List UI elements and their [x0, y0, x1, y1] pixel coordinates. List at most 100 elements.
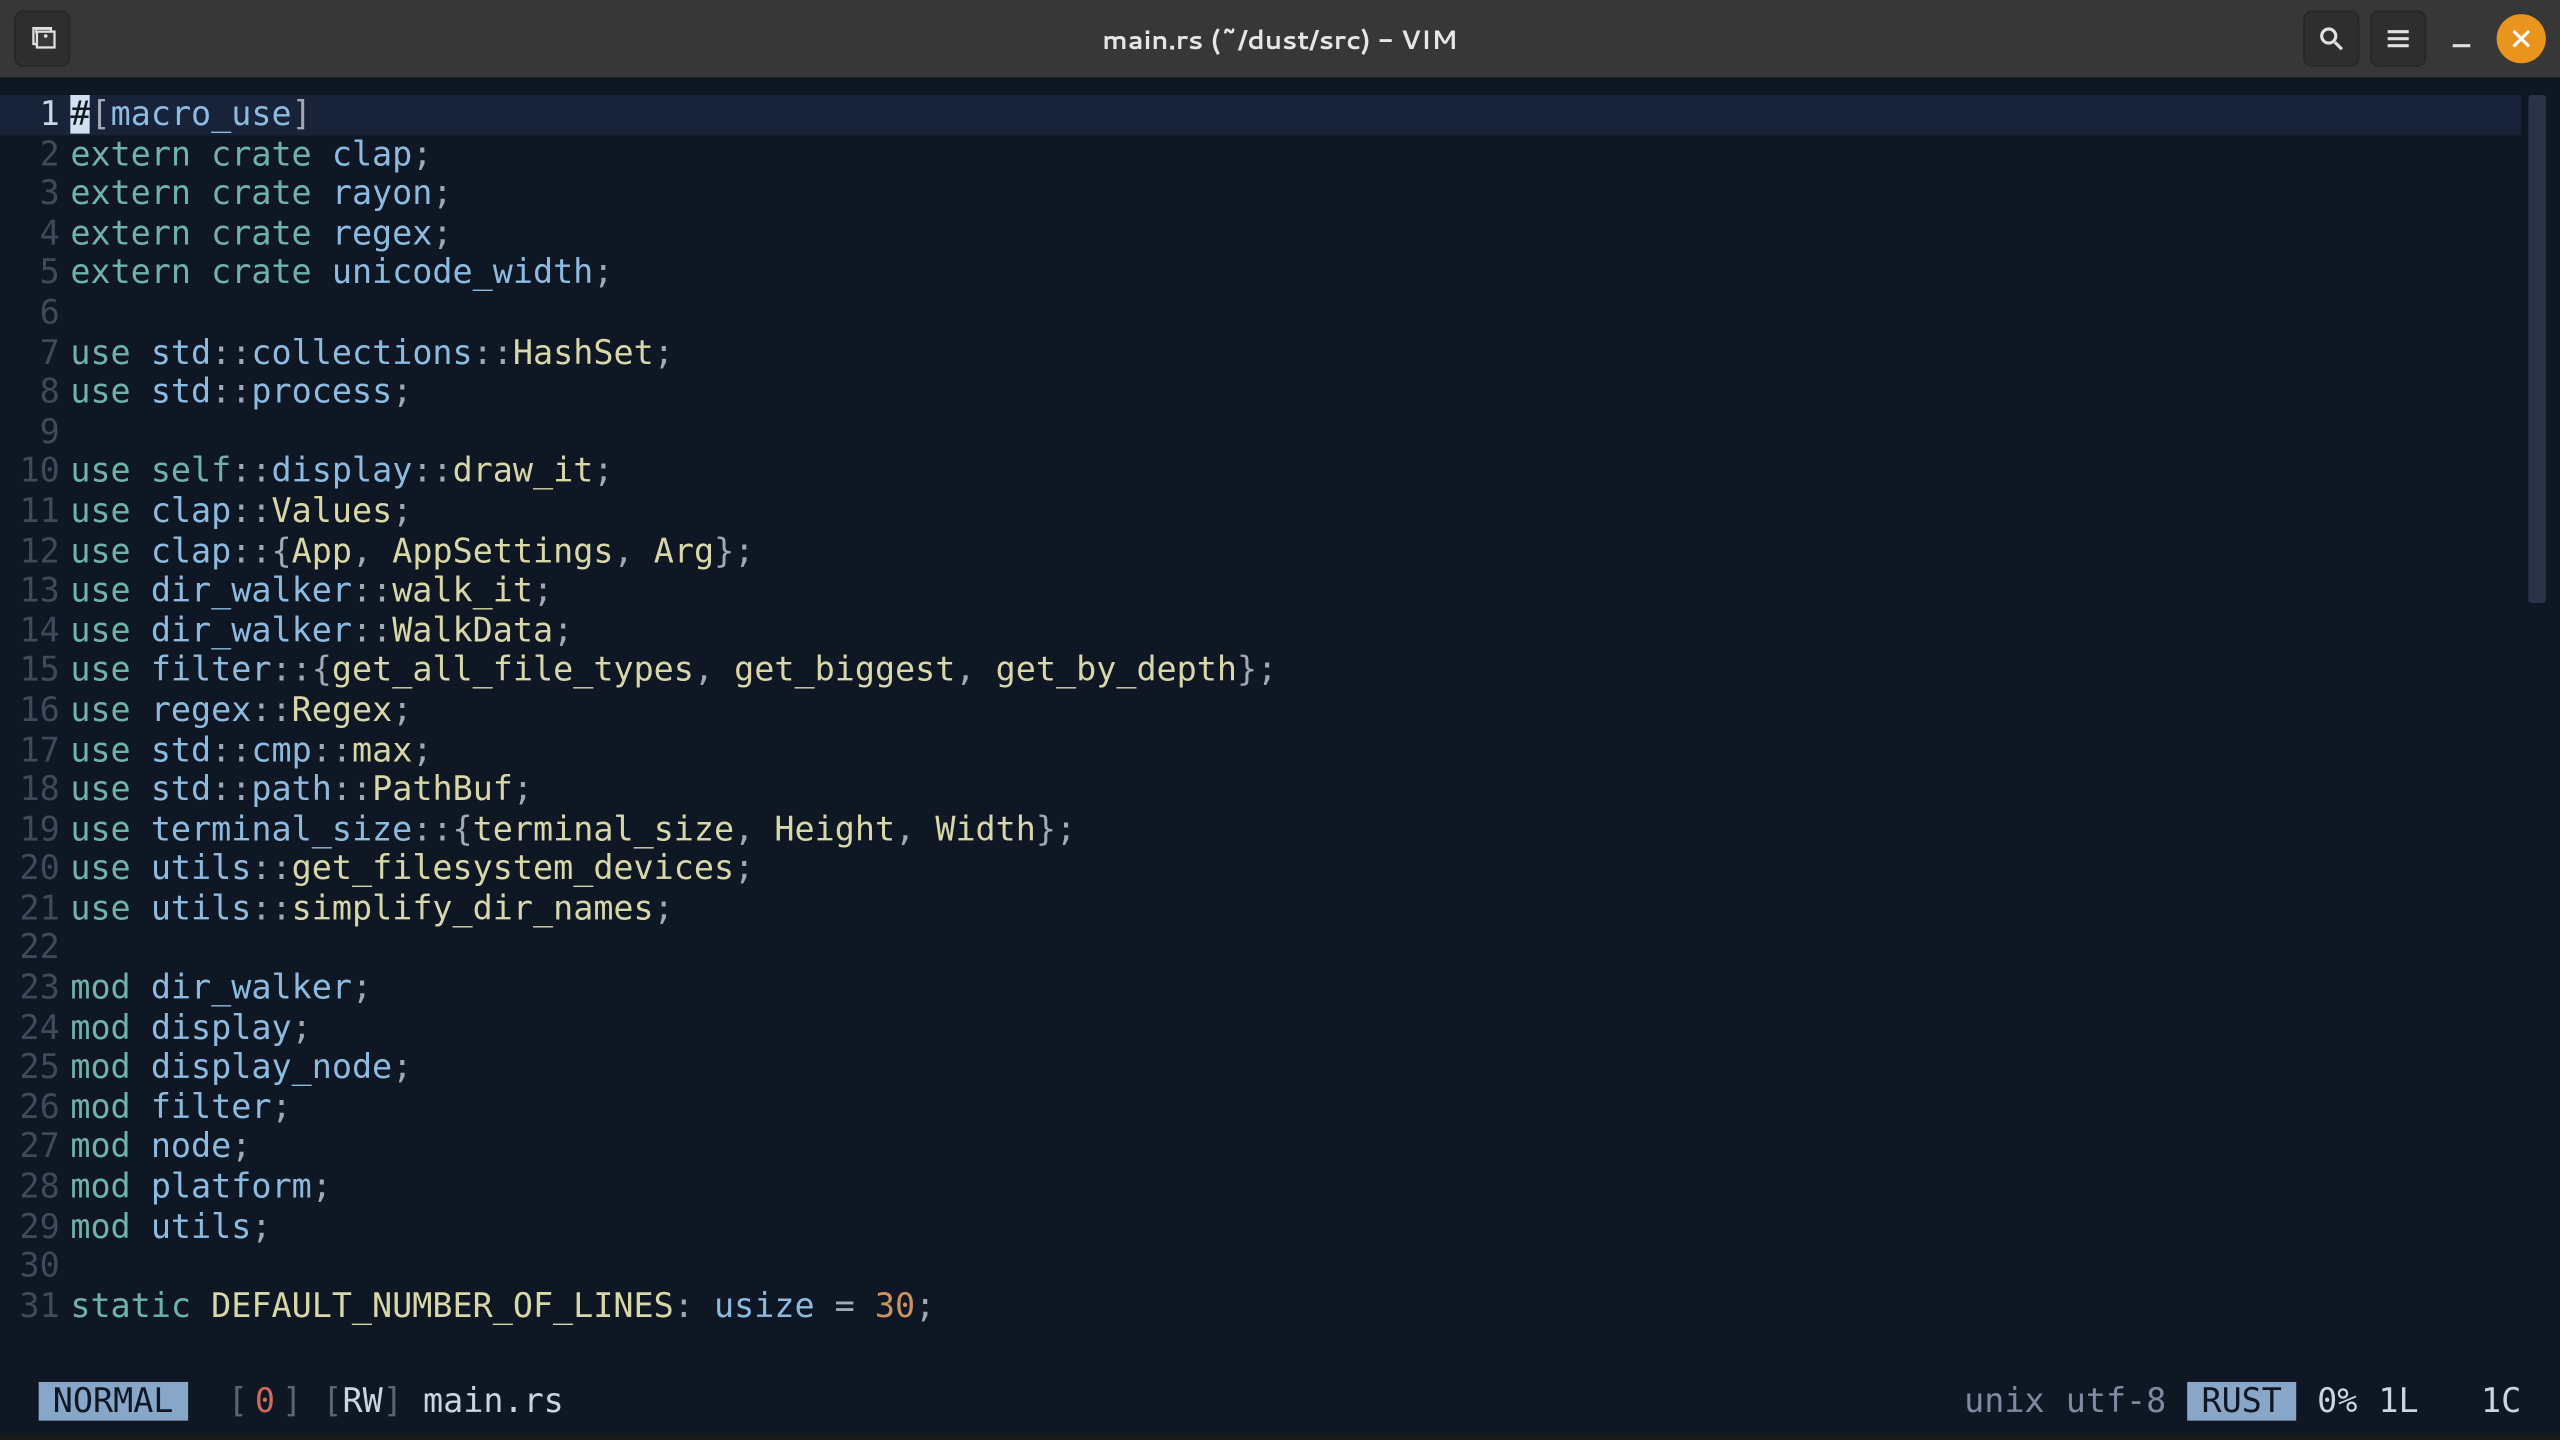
code-line[interactable]: 12use clap::{App, AppSettings, Arg}; [0, 532, 2521, 572]
menu-button[interactable] [2370, 11, 2426, 67]
code-line[interactable]: 20use utils::get_filesystem_devices; [0, 850, 2521, 890]
mode-indicator: NORMAL [39, 1381, 188, 1421]
code-line[interactable]: 19use terminal_size::{terminal_size, Hei… [0, 810, 2521, 850]
line-number: 22 [0, 929, 70, 969]
line-number: 7 [0, 333, 70, 373]
line-number: 16 [0, 691, 70, 731]
line-number: 19 [0, 810, 70, 850]
code-line[interactable]: 28mod platform; [0, 1167, 2521, 1207]
code-line[interactable]: 24mod display; [0, 1009, 2521, 1049]
code-content: extern crate unicode_width; [70, 254, 613, 294]
code-content: use dir_walker::walk_it; [70, 572, 553, 612]
code-content: mod filter; [70, 1088, 291, 1128]
line-number: 20 [0, 850, 70, 890]
line-number: 30 [0, 1247, 70, 1287]
code-line[interactable]: 14use dir_walker::WalkData; [0, 611, 2521, 651]
line-number: 27 [0, 1128, 70, 1168]
line-number: 13 [0, 572, 70, 612]
code-line[interactable]: 3extern crate rayon; [0, 174, 2521, 214]
scrollbar[interactable] [2525, 95, 2550, 1364]
col-indicator: 1C [2481, 1381, 2521, 1421]
code-line[interactable]: 25mod display_node; [0, 1048, 2521, 1088]
code-content: use clap::Values; [70, 492, 412, 532]
code-content: use std::collections::HashSet; [70, 333, 674, 373]
code-content: use filter::{get_all_file_types, get_big… [70, 651, 1277, 691]
window-title: main.rs (~/dust/src) - VIM [0, 20, 2560, 57]
code-content: #[macro_use] [70, 95, 311, 135]
code-content: use regex::Regex; [70, 691, 412, 731]
line-number: 6 [0, 294, 70, 334]
line-number: 26 [0, 1088, 70, 1128]
editor[interactable]: 1#[macro_use]2extern crate clap;3extern … [0, 77, 2560, 1434]
line-number: 14 [0, 611, 70, 651]
code-content: mod dir_walker; [70, 969, 372, 1009]
line-number: 2 [0, 135, 70, 175]
code-content: use terminal_size::{terminal_size, Heigh… [70, 810, 1076, 850]
code-line[interactable]: 31static DEFAULT_NUMBER_OF_LINES: usize … [0, 1287, 2521, 1327]
line-number: 28 [0, 1167, 70, 1207]
line-number: 5 [0, 254, 70, 294]
line-number: 25 [0, 1048, 70, 1088]
titlebar: main.rs (~/dust/src) - VIM [0, 0, 2560, 77]
line-number: 29 [0, 1207, 70, 1247]
close-button[interactable] [2497, 14, 2546, 63]
code-line[interactable]: 18use std::path::PathBuf; [0, 770, 2521, 810]
line-number: 3 [0, 174, 70, 214]
statusline: NORMAL [0] [RW] main.rs unix utf-8 RUST … [39, 1382, 2522, 1421]
code-line[interactable]: 22 [0, 929, 2521, 969]
code-line[interactable]: 8use std::process; [0, 373, 2521, 413]
rw-indicator: RW [342, 1381, 382, 1421]
code-line[interactable]: 2extern crate clap; [0, 135, 2521, 175]
code-area[interactable]: 1#[macro_use]2extern crate clap;3extern … [0, 95, 2521, 1382]
scroll-thumb[interactable] [2528, 95, 2546, 603]
code-content: use std::path::PathBuf; [70, 770, 533, 810]
line-indicator: 1L [2378, 1381, 2418, 1421]
code-content: mod display; [70, 1009, 311, 1049]
code-content: mod utils; [70, 1207, 271, 1247]
code-content: use dir_walker::WalkData; [70, 611, 573, 651]
line-number: 4 [0, 214, 70, 254]
filename: main.rs [423, 1381, 564, 1421]
new-tab-button[interactable] [14, 11, 70, 67]
line-number: 9 [0, 413, 70, 453]
code-line[interactable]: 6 [0, 294, 2521, 334]
code-content: static DEFAULT_NUMBER_OF_LINES: usize = … [70, 1287, 935, 1327]
code-line[interactable]: 29mod utils; [0, 1207, 2521, 1247]
line-number: 12 [0, 532, 70, 572]
line-number: 24 [0, 1009, 70, 1049]
line-number: 18 [0, 770, 70, 810]
code-line[interactable]: 17use std::cmp::max; [0, 731, 2521, 771]
line-number: 31 [0, 1287, 70, 1327]
code-line[interactable]: 27mod node; [0, 1128, 2521, 1168]
code-content: extern crate clap; [70, 135, 432, 175]
code-content: use clap::{App, AppSettings, Arg}; [70, 532, 754, 572]
line-number: 17 [0, 731, 70, 771]
fileformat: unix [1964, 1381, 2044, 1421]
code-line[interactable]: 11use clap::Values; [0, 492, 2521, 532]
percent: 0% [2317, 1381, 2357, 1421]
search-button[interactable] [2303, 11, 2359, 67]
code-line[interactable]: 21use utils::simplify_dir_names; [0, 889, 2521, 929]
code-line[interactable]: 4extern crate regex; [0, 214, 2521, 254]
code-line[interactable]: 5extern crate unicode_width; [0, 254, 2521, 294]
code-line[interactable]: 16use regex::Regex; [0, 691, 2521, 731]
code-line[interactable]: 13use dir_walker::walk_it; [0, 572, 2521, 612]
filetype: RUST [2187, 1381, 2296, 1421]
code-line[interactable]: 9 [0, 413, 2521, 453]
line-number: 1 [0, 95, 70, 135]
code-line[interactable]: 26mod filter; [0, 1088, 2521, 1128]
minimize-button[interactable] [2437, 14, 2486, 63]
code-line[interactable]: 10use self::display::draw_it; [0, 452, 2521, 492]
code-content: mod display_node; [70, 1048, 412, 1088]
code-content: use self::display::draw_it; [70, 452, 613, 492]
code-line[interactable]: 30 [0, 1247, 2521, 1287]
code-content: use utils::simplify_dir_names; [70, 889, 673, 929]
line-number: 8 [0, 373, 70, 413]
code-line[interactable]: 1#[macro_use] [0, 95, 2521, 135]
code-line[interactable]: 15use filter::{get_all_file_types, get_b… [0, 651, 2521, 691]
code-line[interactable]: 7use std::collections::HashSet; [0, 333, 2521, 373]
change-count: 0 [248, 1381, 282, 1421]
code-content: extern crate regex; [70, 214, 452, 254]
code-line[interactable]: 23mod dir_walker; [0, 969, 2521, 1009]
encoding: utf-8 [2066, 1381, 2167, 1421]
